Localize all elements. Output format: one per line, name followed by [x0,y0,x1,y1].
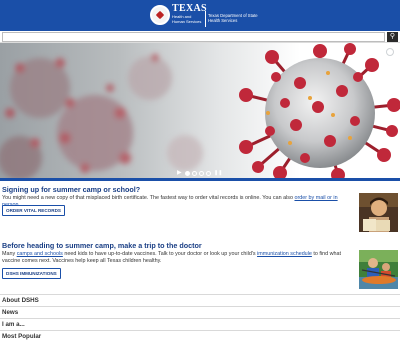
card-title: Before heading to summer camp, make a tr… [2,241,202,250]
carousel-controls: ▶ ❚❚ [177,169,222,177]
play-icon[interactable]: ▶ [177,170,183,176]
dshs-immunizations-button[interactable]: DSHS IMMUNIZATIONS [2,268,61,279]
brand-hhs: Health and Human Services [172,14,202,24]
feature-card-immunizations: Before heading to summer camp, make a tr… [0,237,400,293]
search-button[interactable]: ⚲ [387,32,398,42]
feature-card-vital-records: Signing up for summer camp or school? Yo… [0,181,400,235]
search-input[interactable] [2,32,385,42]
pause-icon[interactable]: ❚❚ [214,170,222,176]
nav-about-dshs[interactable]: About DSHS [0,294,400,306]
kids-kayaking-photo [359,250,398,289]
nav-news[interactable]: News [0,306,400,318]
nav-i-am-a[interactable]: I am a... [0,318,400,330]
brand-divider [205,11,206,27]
carousel-dot-4[interactable] [206,170,211,176]
immunization-schedule-link[interactable]: immunization schedule [257,251,312,257]
card-title: Signing up for summer camp or school? [2,185,141,194]
child-with-book-photo [359,193,398,232]
search-icon: ⚲ [389,33,396,40]
texas-seal-icon [150,5,170,25]
carousel-dot-3[interactable] [199,170,204,176]
order-vital-records-button[interactable]: ORDER VITAL RECORDS [2,205,65,216]
camps-and-schools-link[interactable]: camps and schools [17,251,63,257]
carousel-dot-2[interactable] [192,170,197,176]
site-header: TEXAS Health and Human Services Texas De… [0,0,400,31]
card-text: Many camps and schools need kids to have… [2,251,341,264]
search-bar: ⚲ [0,31,400,43]
hero-corner-icon [386,48,394,56]
carousel-dot-1[interactable] [185,170,190,176]
hero-carousel[interactable]: ▶ ❚❚ [0,43,400,178]
brand-dshs: Texas Department of State Health Service… [208,13,258,23]
brand-texas: TEXAS [172,3,207,14]
nav-most-popular[interactable]: Most Popular [0,330,400,340]
site-logo[interactable]: TEXAS Health and Human Services Texas De… [150,3,260,29]
hero-image [0,43,400,178]
